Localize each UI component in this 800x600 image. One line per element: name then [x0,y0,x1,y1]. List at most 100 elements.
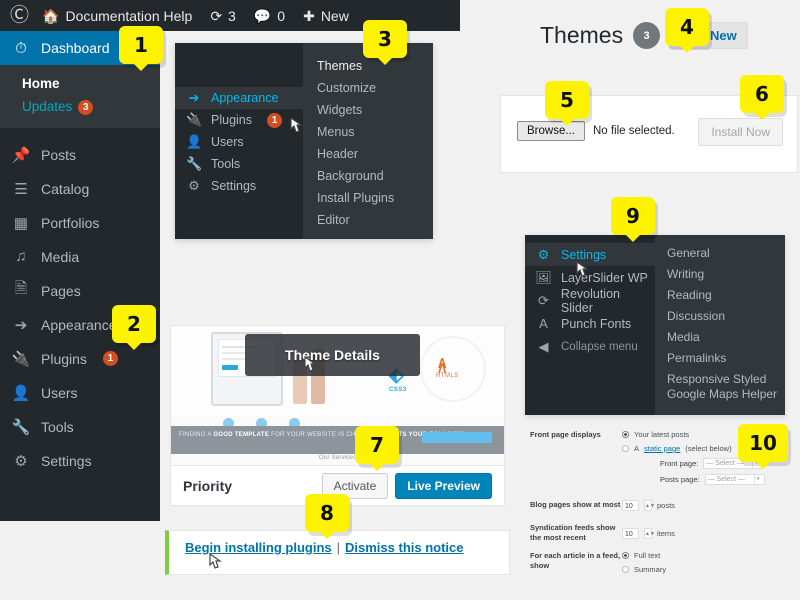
flyout-item-revolution-slider[interactable]: ⟳ Revolution Slider [525,286,655,315]
no-file-selected-label: No file selected. [592,125,675,137]
theme-details-button[interactable]: Theme Details [245,334,420,376]
radio-icon[interactable] [622,552,629,559]
flyout-item-settings[interactable]: ⚙ Settings [525,243,655,266]
callout-9: 9 [611,197,655,242]
flyout-item-label: LayerSlider WP [561,270,648,285]
site-name-menu[interactable]: 🏠 Documentation Help [33,0,201,31]
settings-submenu-writing[interactable]: Writing [655,264,785,285]
notice-separator: | [336,540,341,555]
sidebar-item-settings[interactable]: ⚙ Settings [0,444,160,478]
sidebar-item-label: Settings [41,452,92,469]
install-now-button[interactable]: Install Now [698,118,783,146]
syndication-unit: items [657,529,675,538]
sidebar-item-label: Updates [22,99,73,114]
new-label: New [320,7,349,24]
summary-option[interactable]: Summary [622,565,800,574]
blog-pages-input[interactable]: 10 [622,500,639,511]
blog-pages-row: Blog pages show at most 10 ▲▼ posts [530,500,800,516]
posts-page-select[interactable]: — Select — ▾ [704,474,765,485]
callout-10: 10 [738,424,788,469]
flyout-item-collapse-menu[interactable]: ◀ Collapse menu [525,335,655,358]
callout-8: 8 [305,494,349,539]
flyout-submenu-editor[interactable]: Editor [303,209,433,231]
plugins-badge: 1 [102,351,118,367]
flyout-item-label: Revolution Slider [560,286,620,315]
theme-card[interactable]: ⬖CSS3 ∧∧HTML5 FINDING A GOOD TEMPLATE FO… [170,325,505,506]
syndication-feeds-label: Syndication feeds show the most recent [530,523,616,542]
font-a-icon: A [539,316,548,331]
full-text-option[interactable]: Full text [622,551,800,560]
list-icon: ☰ [14,180,28,198]
callout-1: 1 [119,26,163,71]
sidebar-item-label: Appearance [41,316,117,333]
radio-icon[interactable] [622,566,629,573]
wrench-icon: 🔧 [11,418,31,436]
static-page-link[interactable]: static page [644,444,680,453]
admin-sidebar: ⏱ Dashboard Home Updates 3 📌 Posts ☰ Cata… [0,31,168,521]
flyout-submenu-header[interactable]: Header [303,143,433,165]
sidebar-item-updates[interactable]: Updates 3 [0,95,160,119]
sidebar-item-posts[interactable]: 📌 Posts [0,138,160,172]
syndication-input[interactable]: 10 [622,528,639,539]
flyout-submenu-widgets[interactable]: Widgets [303,99,433,121]
paintbrush-icon: ➔ [188,90,200,105]
live-preview-button[interactable]: Live Preview [395,472,492,499]
new-content-menu[interactable]: ✚ New [294,0,358,31]
flyout-item-settings[interactable]: ⚙ Settings [175,175,303,197]
settings-submenu-permalinks[interactable]: Permalinks [655,348,785,369]
flyout-item-punch-fonts[interactable]: A Punch Fonts [525,312,655,335]
flyout-submenu-install-plugins[interactable]: Install Plugins [303,187,433,209]
sidebar-item-pages[interactable]: 🗎 Pages [0,274,160,308]
latest-posts-label: Your latest posts [634,430,690,439]
flyout-submenu-background[interactable]: Background [303,165,433,187]
settings-submenu-general[interactable]: General [655,243,785,264]
begin-installing-plugins-link[interactable]: Begin installing plugins [185,540,332,555]
flyout-item-tools[interactable]: 🔧 Tools [175,153,303,175]
sidebar-item-label: Plugins [41,350,87,367]
chevron-icon: ∧ [436,358,449,377]
flyout-item-plugins[interactable]: 🔌 Plugins 1 [175,109,303,131]
settings-submenu-google-maps-helper[interactable]: Responsive Styled Google Maps Helper [655,369,785,405]
wordpress-logo-icon[interactable]: Ⓒ [0,6,33,25]
paintbrush-icon: ➔ [14,316,28,334]
spinner-icon[interactable]: ▲▼ [644,500,655,511]
settings-flyout-main-column: ⚙ Settings 🖼 LayerSlider WP ⟳ Revolution… [525,235,655,415]
comments-count: 0 [277,7,286,24]
settings-sliders-icon: ⚙ [188,178,200,193]
spinner-icon[interactable]: ▲▼ [644,528,655,539]
settings-submenu-discussion[interactable]: Discussion [655,306,785,327]
updates-menu[interactable]: ⟳ 3 [201,0,245,31]
flyout-submenu-customize[interactable]: Customize [303,77,433,99]
flyout-submenu-themes[interactable]: Themes [303,55,433,77]
sidebar-item-tools[interactable]: 🔧 Tools [0,410,160,444]
sidebar-item-portfolios[interactable]: ▦ Portfolios [0,206,160,240]
plug-icon: 🔌 [186,112,203,127]
sidebar-item-users[interactable]: 👤 Users [0,376,160,410]
comments-menu[interactable]: 💬 0 [245,0,294,31]
radio-icon[interactable] [622,431,629,438]
settings-submenu-reading[interactable]: Reading [655,285,785,306]
browse-button[interactable]: Browse... [517,121,585,141]
feed-article-row: For each article in a feed, show Full te… [530,551,800,579]
sidebar-item-media[interactable]: ♫ Media [0,240,160,274]
flyout-item-users[interactable]: 👤 Users [175,131,303,153]
chevron-down-icon: ▾ [753,475,762,484]
settings-flyout-submenu-column: General Writing Reading Discussion Media… [655,235,785,415]
radio-icon[interactable] [622,445,629,452]
flyout-item-appearance[interactable]: ➔ Appearance [175,87,303,109]
plus-icon: ✚ [303,7,315,24]
posts-page-select-row: Posts page: — Select — ▾ [660,474,800,485]
dismiss-notice-link[interactable]: Dismiss this notice [345,540,463,555]
theme-name: Priority [183,477,233,494]
sidebar-item-home[interactable]: Home [0,72,160,95]
blog-pages-fields: 10 ▲▼ posts [622,500,800,516]
user-icon: 👤 [186,134,203,149]
feed-article-label: For each article in a feed, show [530,551,621,570]
comment-bubble-icon: 💬 [253,7,272,24]
flyout-item-label: Plugins [211,113,252,127]
site-name-label: Documentation Help [65,7,193,24]
flyout-submenu-menus[interactable]: Menus [303,121,433,143]
banner-cta-button [422,432,492,443]
sidebar-item-catalog[interactable]: ☰ Catalog [0,172,160,206]
settings-submenu-media[interactable]: Media [655,327,785,348]
